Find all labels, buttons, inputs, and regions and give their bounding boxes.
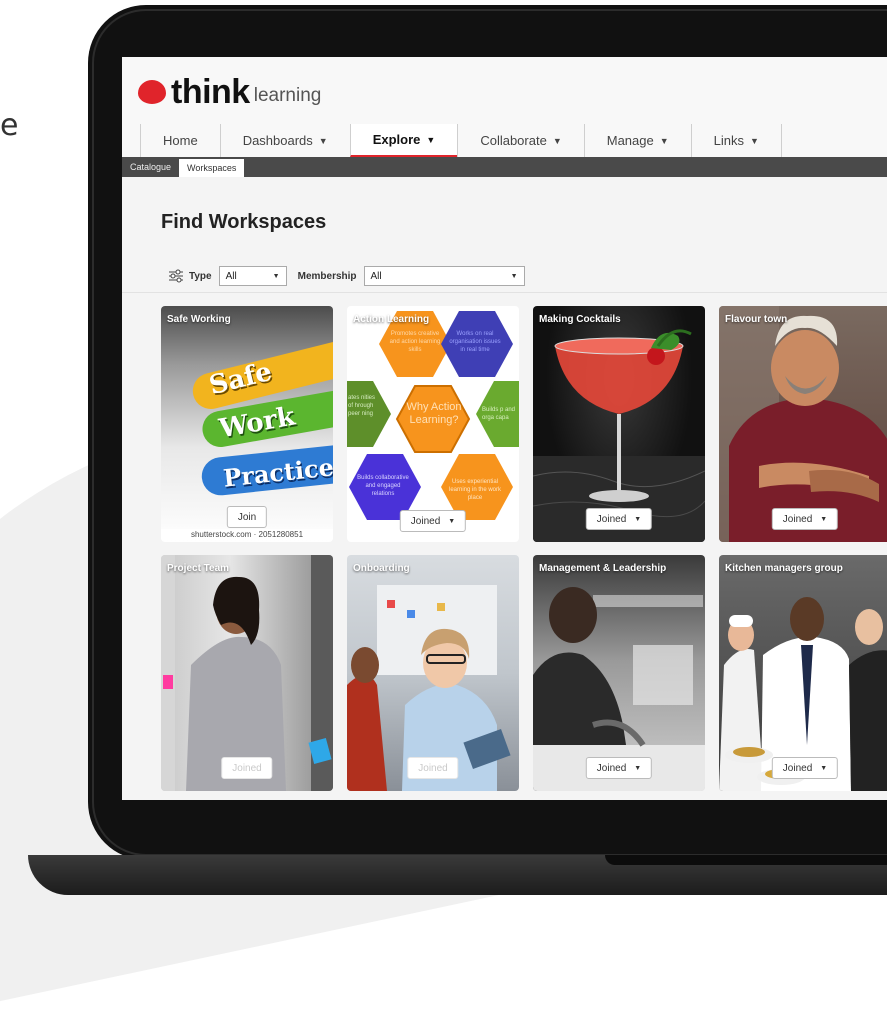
join-button-label: Join: [237, 511, 257, 523]
caret-down-icon: ▼: [272, 272, 280, 280]
type-filter-label: Type: [189, 270, 212, 282]
project-team-image: [161, 555, 333, 791]
chevron-down-icon: ▼: [318, 135, 328, 146]
caret-down-icon: ▼: [510, 272, 518, 280]
workspace-card-safe-working[interactable]: Safe Work Practice Safe Working shutters…: [161, 306, 333, 542]
card-title: Management & Leadership: [539, 563, 667, 574]
join-button[interactable]: Join: [226, 506, 268, 528]
joined-button-label: Joined: [596, 762, 627, 774]
app-header: think learning Home Dashboards ▼ Explore…: [122, 57, 887, 157]
joined-button-label: Joined: [418, 762, 448, 774]
hex-top-left-text: Promotes creative and action learning sk…: [389, 331, 441, 353]
card-title: Safe Working: [167, 314, 231, 325]
hex-center-text: Why Action Learning?: [406, 401, 462, 426]
nav-collaborate[interactable]: Collaborate ▼: [457, 124, 583, 157]
card-title: Onboarding: [353, 563, 410, 574]
hex-bottom-right-text: Uses experiential learning in the work p…: [448, 479, 502, 501]
card-title: Kitchen managers group: [725, 563, 843, 574]
card-title: Making Cocktails: [539, 314, 621, 325]
management-image: [533, 587, 705, 791]
joined-button-disabled[interactable]: Joined: [221, 757, 273, 779]
filter-sliders-icon: [169, 269, 183, 283]
card-title: Project Team: [167, 563, 230, 574]
workspace-card-project-team[interactable]: Project Team Joined: [161, 555, 333, 791]
nav-explore[interactable]: Explore ▼: [349, 124, 458, 157]
nav-collaborate-label: Collaborate: [480, 133, 547, 148]
nav-links[interactable]: Links ▼: [690, 124, 782, 157]
laptop-hinge: [605, 855, 887, 865]
membership-filter-select[interactable]: All ▼: [363, 266, 525, 286]
workspace-card-action-learning[interactable]: Why Action Learning? Works on real organ…: [347, 306, 519, 542]
page-title: Find Workspaces: [161, 211, 327, 233]
filter-bar: Type All ▼ Membership All ▼: [168, 266, 525, 286]
app-screen: think learning Home Dashboards ▼ Explore…: [122, 57, 887, 800]
kitchen-team-image: [719, 597, 887, 791]
type-filter-value: All: [225, 270, 237, 282]
hex-right-text: Builds p and orga capa: [482, 407, 516, 421]
joined-button-label: Joined: [232, 762, 262, 774]
joined-button-label: Joined: [782, 513, 813, 525]
workspace-card-kitchen-managers[interactable]: Kitchen managers group Joined ▼: [719, 555, 887, 791]
image-credit: shutterstock.com · 2051280851: [161, 529, 333, 540]
caret-down-icon: ▼: [820, 515, 828, 523]
cocktail-image: [533, 329, 705, 542]
logo-dot-icon: [138, 80, 166, 104]
type-filter-select[interactable]: All ▼: [218, 266, 287, 286]
subtab-workspaces[interactable]: Workspaces: [179, 159, 245, 177]
hex-bottom-left-text: Builds collaborative and engaged relatio…: [357, 475, 409, 497]
chevron-down-icon: ▼: [552, 135, 562, 146]
workspace-card-onboarding[interactable]: Onboarding Joined: [347, 555, 519, 791]
caret-down-icon: ▼: [634, 515, 642, 523]
workspace-card-making-cocktails[interactable]: Making Cocktails Joined ▼: [533, 306, 705, 542]
card-title: Action Learning: [353, 314, 430, 325]
caret-down-icon: ▼: [634, 764, 642, 772]
onboarding-image: [347, 585, 511, 791]
workspace-card-management-leadership[interactable]: Management & Leadership Joined ▼: [533, 555, 705, 791]
nav-home[interactable]: Home: [140, 124, 220, 157]
subtab-catalogue[interactable]: Catalogue: [122, 157, 179, 177]
hex-top-text: Works on real organisation issues in rea…: [449, 331, 501, 353]
nav-links-label: Links: [713, 133, 745, 148]
cropped-heading-text: e: [0, 108, 19, 143]
chevron-down-icon: ▼: [659, 135, 669, 146]
divider: [122, 292, 887, 293]
nav-dashboards[interactable]: Dashboards ▼: [219, 124, 350, 157]
card-title: Flavour town: [725, 314, 788, 325]
joined-dropdown-button[interactable]: Joined ▼: [585, 508, 653, 530]
nav-manage-label: Manage: [606, 133, 654, 148]
joined-dropdown-button[interactable]: Joined ▼: [771, 757, 839, 779]
membership-filter-label: Membership: [297, 270, 357, 282]
chevron-down-icon: ▼: [750, 135, 759, 146]
joined-dropdown-button[interactable]: Joined ▼: [399, 510, 467, 532]
joined-dropdown-button[interactable]: Joined ▼: [585, 757, 653, 779]
joined-button-label: Joined: [596, 513, 627, 525]
chef-portrait-image: [719, 306, 887, 542]
main-nav: Home Dashboards ▼ Explore ▼ Collaborate …: [140, 124, 782, 157]
nav-manage[interactable]: Manage ▼: [583, 124, 691, 157]
joined-button-label: Joined: [410, 515, 441, 527]
nav-explore-label: Explore: [372, 132, 421, 147]
brand-logo[interactable]: think learning: [138, 75, 321, 109]
joined-dropdown-button[interactable]: Joined ▼: [771, 508, 839, 530]
logo-product-text: learning: [253, 85, 322, 106]
caret-down-icon: ▼: [820, 764, 828, 772]
logo-brand-text: think: [171, 73, 250, 111]
sub-nav: Catalogue Workspaces: [122, 157, 887, 177]
joined-button-disabled[interactable]: Joined: [407, 757, 459, 779]
nav-home-label: Home: [163, 133, 198, 148]
chevron-down-icon: ▼: [426, 134, 436, 145]
hex-left-text: ates nities of hrough peer ning: [348, 395, 376, 417]
caret-down-icon: ▼: [448, 517, 456, 525]
nav-dashboards-label: Dashboards: [242, 133, 313, 148]
membership-filter-value: All: [370, 270, 382, 282]
workspace-card-flavour-town[interactable]: Flavour town Joined ▼: [719, 306, 887, 542]
joined-button-label: Joined: [782, 762, 813, 774]
